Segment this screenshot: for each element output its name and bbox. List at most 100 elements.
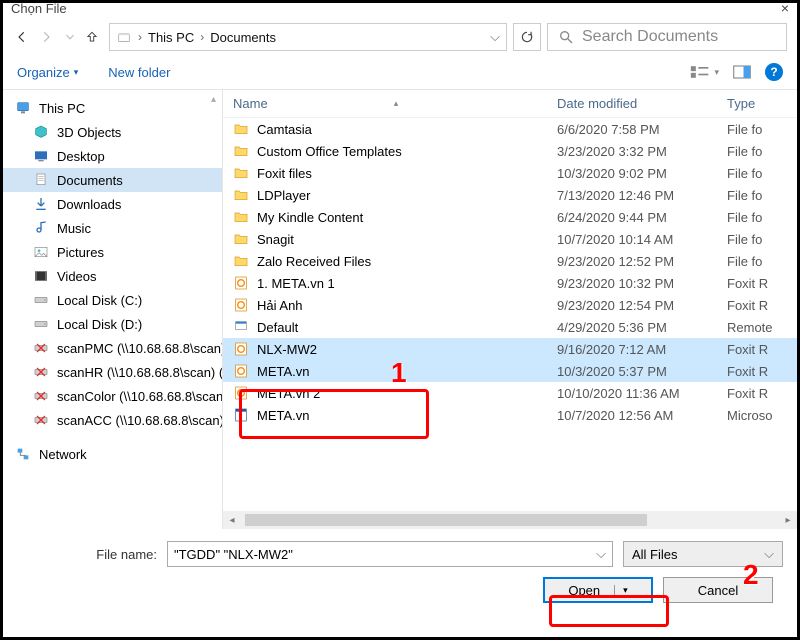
file-row[interactable]: LDPlayer 7/13/2020 12:46 PM File fo [223, 184, 797, 206]
breadcrumb-root[interactable]: This PC [148, 30, 194, 45]
folder-icon [233, 143, 249, 159]
foxit-icon [233, 363, 249, 379]
file-row[interactable]: Snagit 10/7/2020 10:14 AM File fo [223, 228, 797, 250]
foxit-icon [233, 341, 249, 357]
organize-button[interactable]: Organize ▾ [17, 65, 78, 80]
folder-icon [233, 231, 249, 247]
title-bar: Chọn File × [3, 3, 797, 13]
sidebar-item-3d-objects[interactable]: 3D Objects [3, 120, 222, 144]
sidebar-item-this-pc[interactable]: This PC [3, 96, 222, 120]
desktop-icon [33, 148, 49, 164]
file-name-input[interactable]: "TGDD" "NLX-MW2" ⌵ [167, 541, 613, 567]
sidebar-item-label: scanColor (\\10.68.68.8\scan) (S:) [57, 389, 222, 404]
cancel-button[interactable]: Cancel [663, 577, 773, 603]
sidebar-item-network[interactable]: Network [3, 442, 222, 466]
column-date-modified[interactable]: Date modified [557, 96, 727, 111]
file-type: File fo [727, 166, 787, 181]
sidebar-item-desktop[interactable]: Desktop [3, 144, 222, 168]
file-row[interactable]: META.vn 10/7/2020 12:56 AM Microso [223, 404, 797, 426]
music-icon [33, 220, 49, 236]
folder-icon [233, 253, 249, 269]
file-type: Microso [727, 408, 787, 423]
sidebar-item-scanhr-10-68-68-8-scan-r-[interactable]: scanHR (\\10.68.68.8\scan) (R:) [3, 360, 222, 384]
sidebar-item-label: Documents [57, 173, 123, 188]
scroll-left-icon[interactable]: ◂ [223, 515, 241, 526]
sidebar-item-local-disk-d-[interactable]: Local Disk (D:) [3, 312, 222, 336]
sidebar-item-scanpmc-10-68-68-8-scan-p-[interactable]: scanPMC (\\10.68.68.8\scan) (P:) [3, 336, 222, 360]
netx-icon [33, 340, 49, 356]
downloads-icon [33, 196, 49, 212]
sidebar-item-downloads[interactable]: Downloads [3, 192, 222, 216]
chevron-down-icon[interactable]: ▾ [714, 67, 719, 78]
sidebar-item-documents[interactable]: Documents [3, 168, 222, 192]
file-name: META.vn 2 [257, 386, 320, 401]
rdp-icon [233, 319, 249, 335]
chevron-right-icon: › [138, 30, 142, 44]
sidebar-item-scancolor-10-68-68-8-scan-s-[interactable]: scanColor (\\10.68.68.8\scan) (S:) [3, 384, 222, 408]
file-rows: Camtasia 6/6/2020 7:58 PM File fo Custom… [223, 118, 797, 511]
view-mode-button[interactable] [690, 65, 710, 79]
file-name-label: File name: [17, 547, 157, 562]
file-row[interactable]: My Kindle Content 6/24/2020 9:44 PM File… [223, 206, 797, 228]
sidebar-item-local-disk-c-[interactable]: Local Disk (C:) [3, 288, 222, 312]
column-type[interactable]: Type [727, 96, 787, 111]
chevron-up-icon[interactable]: ▴ [211, 94, 216, 105]
file-type-filter[interactable]: All Files ⌵ [623, 541, 783, 567]
preview-pane-button[interactable] [733, 65, 751, 79]
search-icon [558, 29, 574, 45]
file-row[interactable]: NLX-MW2 9/16/2020 7:12 AM Foxit R [223, 338, 797, 360]
file-row[interactable]: Foxit files 10/3/2020 9:02 PM File fo [223, 162, 797, 184]
chevron-down-icon[interactable]: ⌵ [596, 546, 606, 562]
forward-button[interactable] [37, 28, 55, 46]
file-row[interactable]: Default 4/29/2020 5:36 PM Remote [223, 316, 797, 338]
address-bar[interactable]: › This PC › Documents ⌵ [109, 23, 507, 51]
new-folder-button[interactable]: New folder [108, 65, 170, 80]
close-icon[interactable]: × [781, 0, 789, 16]
file-type: File fo [727, 254, 787, 269]
file-row[interactable]: Hải Anh 9/23/2020 12:54 PM Foxit R [223, 294, 797, 316]
help-icon[interactable]: ? [765, 63, 783, 81]
sidebar-item-pictures[interactable]: Pictures [3, 240, 222, 264]
file-name: META.vn [257, 408, 310, 423]
sidebar-item-label: Network [39, 447, 87, 462]
window-title: Chọn File [11, 1, 67, 16]
folder-icon [233, 121, 249, 137]
column-name: Name ▴ [233, 96, 557, 111]
file-name: 1. META.vn 1 [257, 276, 335, 291]
sidebar-item-label: Local Disk (D:) [57, 317, 142, 332]
file-row[interactable]: META.vn 10/3/2020 5:37 PM Foxit R [223, 360, 797, 382]
file-name: NLX-MW2 [257, 342, 317, 357]
open-button[interactable]: Open ▾ [543, 577, 653, 603]
sidebar-item-label: 3D Objects [57, 125, 121, 140]
scroll-right-icon[interactable]: ▸ [779, 515, 797, 526]
pc-icon [15, 100, 31, 116]
refresh-button[interactable] [513, 23, 541, 51]
file-date: 4/29/2020 5:36 PM [557, 320, 727, 335]
file-date: 10/10/2020 11:36 AM [557, 386, 727, 401]
up-button[interactable] [85, 30, 103, 44]
breadcrumb-folder[interactable]: Documents [210, 30, 276, 45]
file-date: 10/7/2020 12:56 AM [557, 408, 727, 423]
search-input[interactable]: Search Documents [547, 23, 787, 51]
file-name: Default [257, 320, 298, 335]
file-row[interactable]: Camtasia 6/6/2020 7:58 PM File fo [223, 118, 797, 140]
netx-icon [33, 364, 49, 380]
sidebar-item-music[interactable]: Music [3, 216, 222, 240]
column-headers[interactable]: Name ▴ Date modified Type [223, 90, 797, 118]
foxit-icon [233, 385, 249, 401]
sidebar-item-scanacc-10-68-68-8-scan-t-[interactable]: scanACC (\\10.68.68.8\scan) (T:) [3, 408, 222, 432]
file-row[interactable]: Custom Office Templates 3/23/2020 3:32 P… [223, 140, 797, 162]
sidebar-item-videos[interactable]: Videos [3, 264, 222, 288]
chevron-down-icon[interactable]: ⌵ [490, 29, 500, 45]
open-dropdown-icon[interactable]: ▾ [614, 585, 628, 596]
file-date: 10/7/2020 10:14 AM [557, 232, 727, 247]
file-row[interactable]: Zalo Received Files 9/23/2020 12:52 PM F… [223, 250, 797, 272]
file-row[interactable]: META.vn 2 10/10/2020 11:36 AM Foxit R [223, 382, 797, 404]
file-row[interactable]: 1. META.vn 1 9/23/2020 10:32 PM Foxit R [223, 272, 797, 294]
file-date: 3/23/2020 3:32 PM [557, 144, 727, 159]
history-dropdown[interactable] [61, 28, 79, 46]
sort-indicator-icon: ▴ [394, 98, 399, 109]
back-button[interactable] [13, 28, 31, 46]
horizontal-scrollbar[interactable]: ◂ ▸ [223, 511, 797, 529]
scrollbar-thumb[interactable] [245, 514, 647, 526]
